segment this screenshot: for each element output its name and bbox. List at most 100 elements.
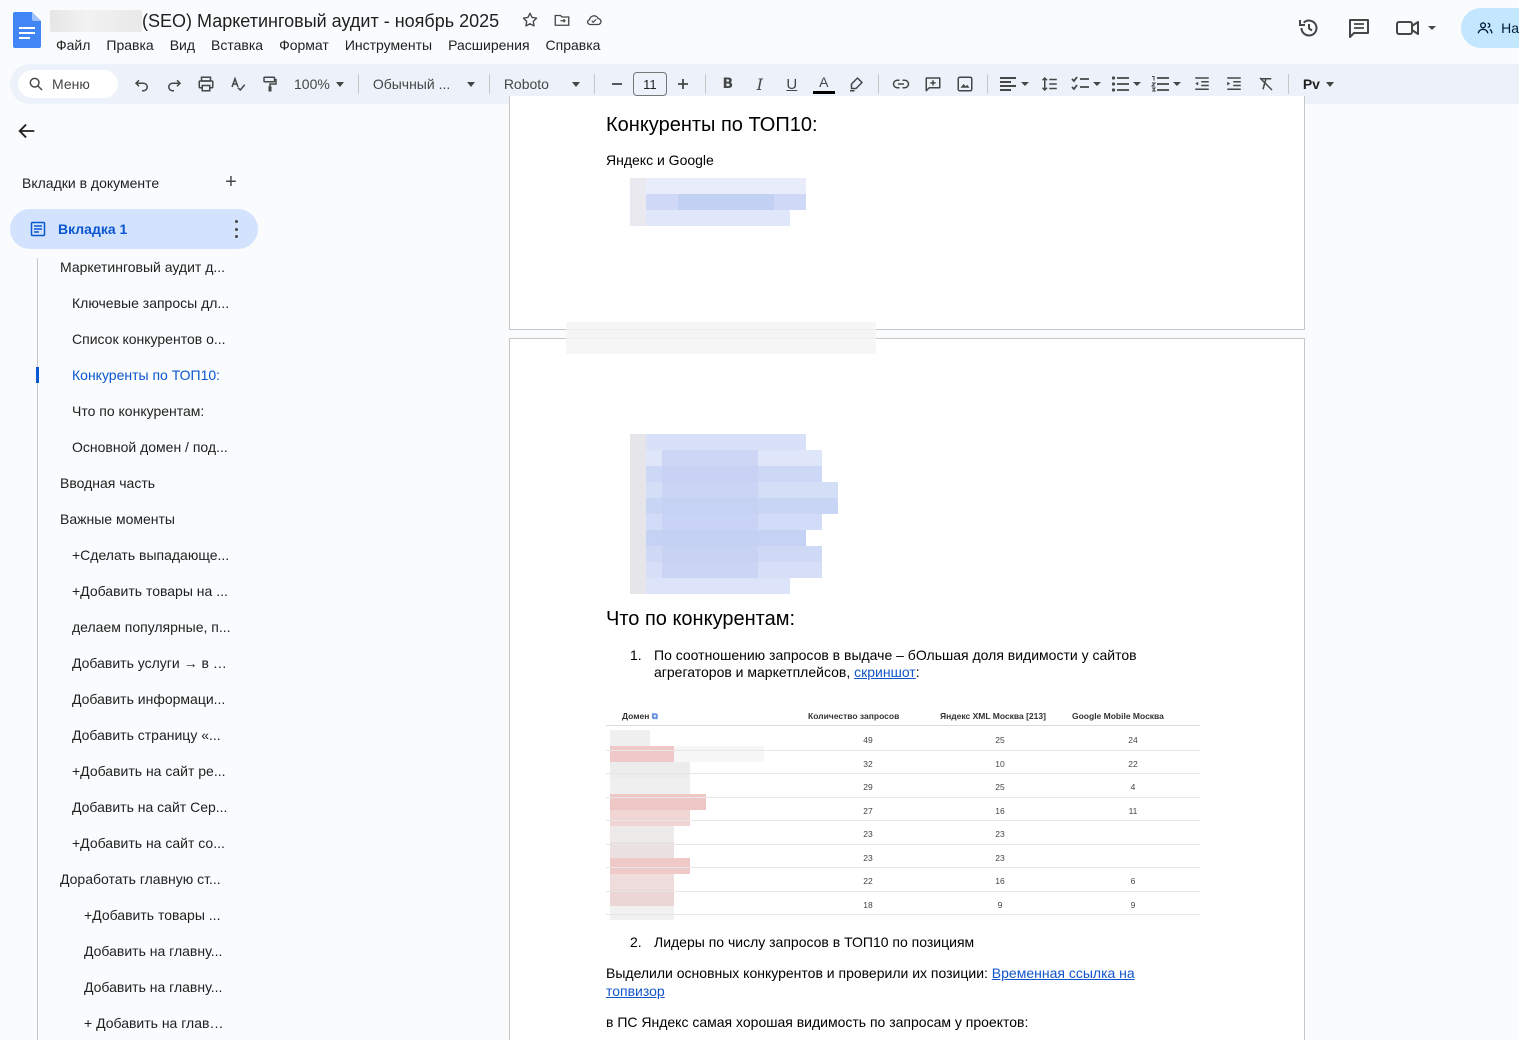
table-row: 29 25 4 (606, 774, 1200, 798)
docs-logo-icon[interactable] (13, 12, 41, 48)
table-row: 32 10 22 (606, 751, 1200, 774)
outline-item[interactable]: +Добавить товары ... (0, 897, 280, 933)
outline-item[interactable]: Добавить на главну... (0, 969, 280, 1005)
toolbar-divider (986, 74, 988, 94)
outline-list: Маркетинговый аудит д... Ключевые запрос… (0, 249, 280, 1040)
bulleted-list-icon (1111, 76, 1141, 92)
more-vert-icon[interactable] (234, 220, 238, 238)
menu-help[interactable]: Справка (538, 35, 609, 55)
font-size-input[interactable]: 11 (632, 72, 667, 96)
table-row: 18 9 9 (606, 892, 1200, 915)
tab-1[interactable]: Вкладка 1 (10, 209, 258, 249)
table-row: 22 16 6 (606, 868, 1200, 892)
outline-item[interactable]: Основной домен / под... (0, 429, 280, 465)
menu-tools[interactable]: Инструменты (337, 35, 440, 55)
column-header-yandex: Яндекс XML Москва [213] (940, 711, 1046, 721)
checklist-icon (1071, 76, 1101, 91)
outline-item-active[interactable]: Конкуренты по ТОП10: (0, 357, 280, 393)
outline-item[interactable]: +Добавить на сайт ре... (0, 753, 280, 789)
numbered-list-icon (1150, 76, 1181, 92)
list-number: 1. (630, 647, 642, 663)
cloud-saved-icon[interactable] (584, 10, 604, 30)
paragraph-engines: Яндекс и Google (606, 152, 714, 168)
screenshot-link[interactable]: скриншот (854, 664, 916, 680)
menu-search-label: Меню (52, 76, 90, 92)
list-item-1-colon: : (915, 664, 920, 680)
menu-format[interactable]: Формат (271, 35, 337, 55)
menu-search[interactable]: Меню (18, 70, 118, 98)
input-tools-dropdown[interactable]: Pv (1295, 70, 1342, 98)
star-icon[interactable] (520, 10, 540, 30)
people-icon (1477, 22, 1493, 34)
menu-insert[interactable]: Вставка (203, 35, 271, 55)
meet-icon[interactable] (1395, 14, 1439, 42)
menu-file[interactable]: Файл (48, 35, 98, 55)
heading-top10: Конкуренты по ТОП10: (606, 114, 818, 136)
outline-item[interactable]: Добавить услуги → в п... (0, 645, 280, 681)
document-title[interactable]: (SEO) Маркетинговый аудит - ноябрь 2025 (50, 8, 499, 34)
table-row: 23 23 (606, 845, 1200, 868)
zoom-dropdown[interactable]: 100% (286, 70, 352, 98)
outline-item[interactable]: Вводная часть (0, 465, 280, 501)
outline-item[interactable]: Что по конкурентам: (0, 393, 280, 429)
document-outline-sidebar: Вкладки в документе + Вкладка 1 Маркетин… (0, 108, 280, 1040)
font-dropdown[interactable]: Roboto (496, 70, 588, 98)
competitors-screenshot-table: Домен ⧉ Количество запросов Яндекс XML М… (606, 706, 1200, 920)
outline-item[interactable]: Маркетинговый аудит д... (0, 249, 280, 285)
chevron-down-icon (466, 81, 475, 87)
print-icon[interactable] (190, 68, 222, 100)
outline-item[interactable]: +Добавить товары на ... (0, 573, 280, 609)
undo-icon[interactable] (126, 68, 158, 100)
outline-item[interactable]: Важные моменты (0, 501, 280, 537)
spellcheck-icon[interactable] (222, 68, 254, 100)
outline-item[interactable]: Добавить на главну... (0, 933, 280, 969)
list-number: 2. (630, 934, 642, 950)
menu-view[interactable]: Вид (162, 35, 203, 55)
input-tools-label: Pv (1302, 76, 1320, 92)
outline-item[interactable]: Добавить на сайт Сер... (0, 789, 280, 825)
outline-item[interactable]: +Сделать выпадающе... (0, 537, 280, 573)
style-value: Обычный ... (372, 76, 451, 92)
add-tab-icon[interactable]: + (221, 172, 241, 192)
paint-format-icon[interactable] (254, 68, 286, 100)
history-icon[interactable] (1295, 14, 1323, 42)
align-left-icon (999, 77, 1029, 91)
menu-extensions[interactable]: Расширения (440, 35, 537, 55)
outline-item[interactable]: Список конкурентов о... (0, 321, 280, 357)
toolbar-divider (593, 74, 595, 94)
table-row: 23 23 (606, 821, 1200, 845)
outline-item[interactable]: делаем популярные, п... (0, 609, 280, 645)
title-bar: (SEO) Маркетинговый аудит - ноябрь 2025 … (0, 0, 1519, 62)
outline-item[interactable]: + Добавить на главн... (0, 1005, 280, 1040)
move-folder-icon[interactable] (552, 10, 572, 30)
menu-bar: Файл Правка Вид Вставка Формат Инструмен… (48, 35, 608, 55)
search-icon (29, 77, 43, 91)
plus-icon (677, 79, 688, 89)
title-redacted (50, 10, 142, 32)
style-dropdown[interactable]: Обычный ... (365, 70, 483, 98)
column-header-domain: Домен ⧉ (622, 711, 658, 721)
redo-icon[interactable] (158, 68, 190, 100)
copy-icon: ⧉ (651, 711, 658, 721)
menu-edit[interactable]: Правка (98, 35, 161, 55)
paragraph-selected-competitors: Выделили основных конкурентов и проверил… (606, 964, 1186, 1000)
toolbar-divider (488, 74, 490, 94)
back-arrow-icon[interactable] (16, 120, 40, 144)
comments-icon[interactable] (1345, 14, 1373, 42)
share-button[interactable]: На (1461, 8, 1519, 48)
chevron-down-icon (571, 81, 580, 87)
page-gap-redacted (566, 322, 876, 354)
document-title-text: (SEO) Маркетинговый аудит - ноябрь 2025 (142, 10, 500, 31)
column-header-queries: Количество запросов (808, 711, 900, 721)
table-row: 49 25 24 (606, 727, 1200, 751)
tab-1-label: Вкладка 1 (58, 221, 128, 237)
outline-item[interactable]: Добавить страницу «... (0, 717, 280, 753)
outline-item[interactable]: Ключевые запросы дл... (0, 285, 280, 321)
outline-item[interactable]: +Добавить на сайт со... (0, 825, 280, 861)
chevron-down-icon (335, 81, 344, 87)
outline-item[interactable]: Добавить информаци... (0, 681, 280, 717)
paragraph-selected-text: Выделили основных конкурентов и проверил… (606, 965, 992, 981)
table-header: Домен ⧉ Количество запросов Яндекс XML М… (606, 706, 1200, 726)
outline-item[interactable]: Доработать главную ст... (0, 861, 280, 897)
list-item-2-text: Лидеры по числу запросов в ТОП10 по пози… (654, 934, 975, 950)
